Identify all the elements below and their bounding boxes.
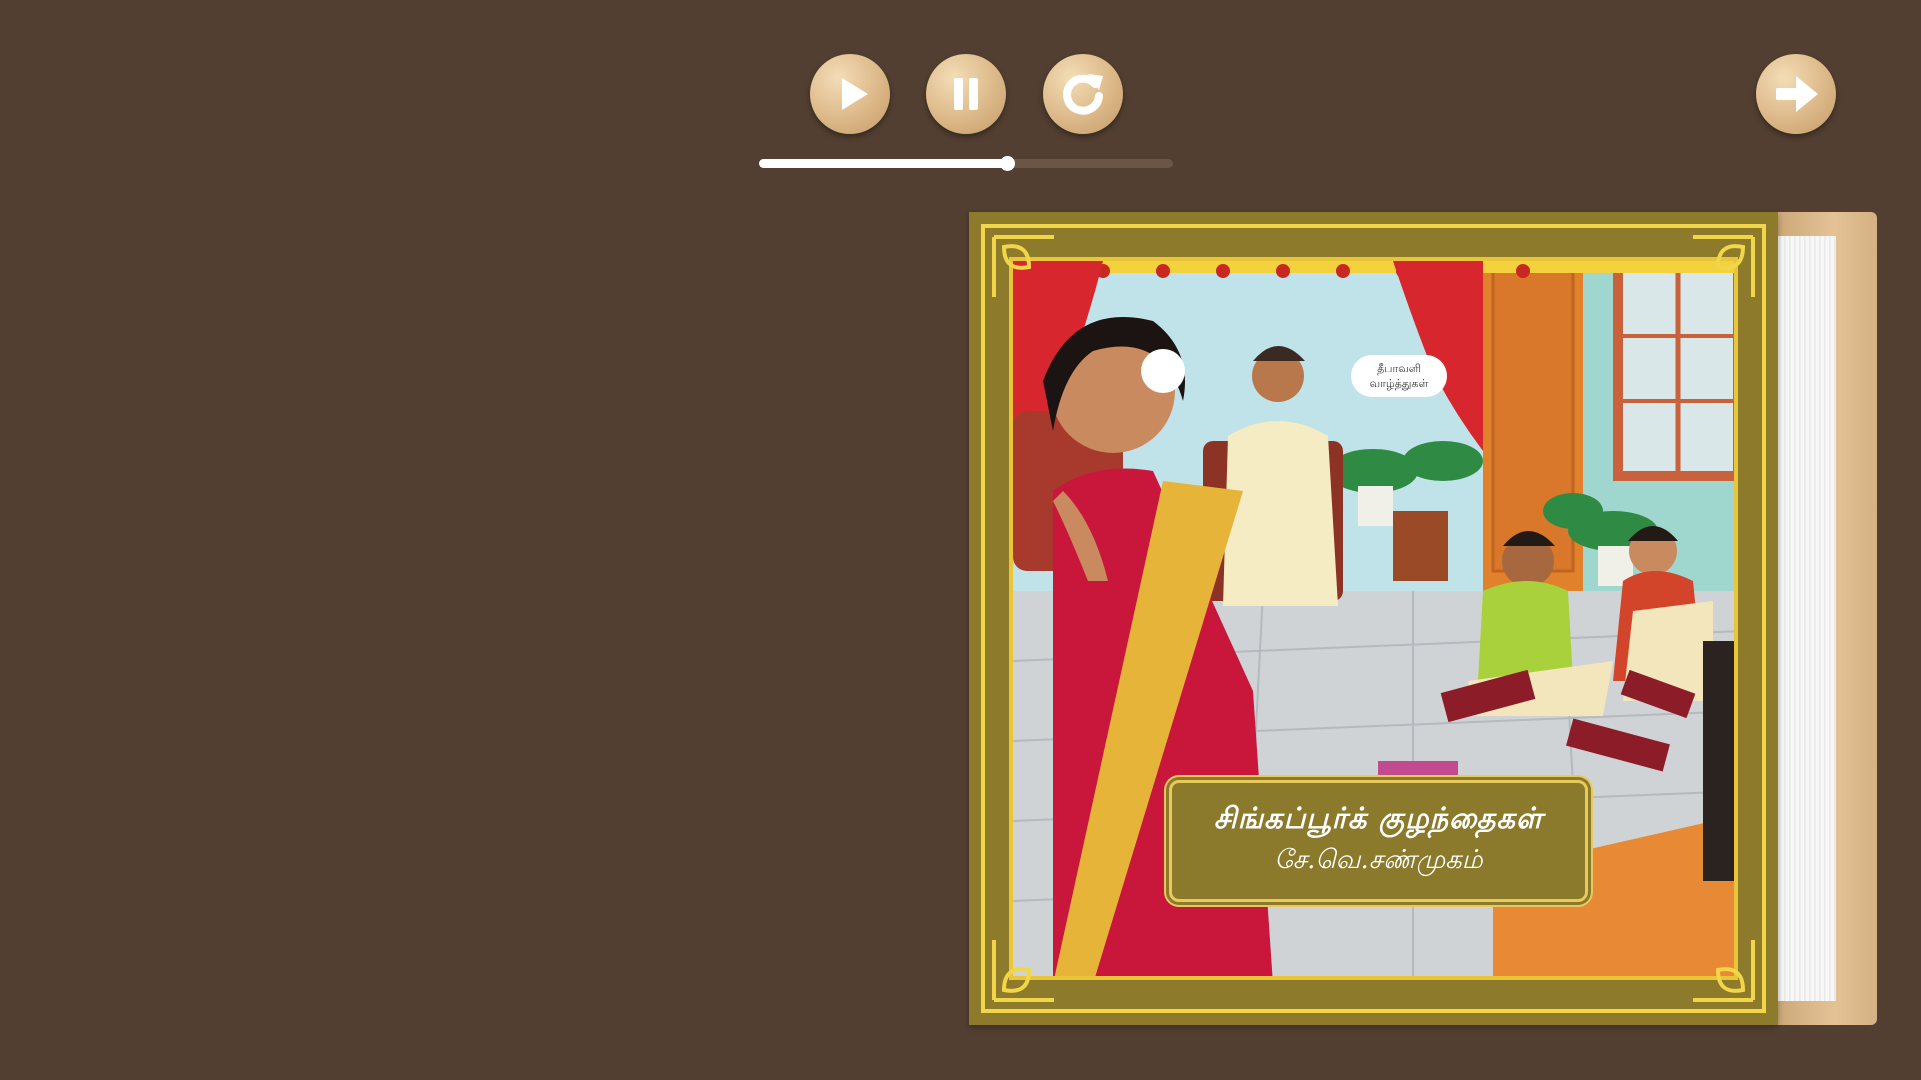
replay-icon bbox=[1063, 74, 1103, 115]
arrow-right-icon bbox=[1776, 76, 1818, 112]
pause-button[interactable] bbox=[926, 54, 1006, 134]
progress-fill bbox=[759, 159, 1008, 168]
speech-bubble: தீபாவளி வாழ்த்துகள் bbox=[1351, 355, 1447, 397]
progress-handle[interactable] bbox=[1000, 156, 1016, 171]
audio-progress-bar[interactable] bbox=[759, 156, 1173, 171]
corner-ornament-icon bbox=[1693, 235, 1755, 297]
speech-bubble-text: தீபாவளி வாழ்த்துகள் bbox=[1369, 362, 1429, 390]
book-cover[interactable]: தீபாவளி வாழ்த்துகள் சிங்கப்பூர்க் குழந்த… bbox=[969, 212, 1778, 1025]
corner-ornament-icon bbox=[1693, 940, 1755, 1002]
next-page-button[interactable] bbox=[1756, 54, 1836, 134]
book-author: சே.வெ.சண்முகம் bbox=[1274, 845, 1483, 875]
corner-ornament-icon bbox=[992, 235, 1054, 297]
replay-button[interactable] bbox=[1043, 54, 1123, 134]
pause-icon bbox=[954, 78, 978, 110]
title-plate: சிங்கப்பூர்க் குழந்தைகள் சே.வெ.சண்முகம் bbox=[1169, 780, 1588, 902]
book-pages-edge bbox=[1776, 236, 1836, 1001]
play-icon bbox=[842, 78, 868, 110]
book-title: சிங்கப்பூர்க் குழந்தைகள் bbox=[1213, 801, 1544, 835]
play-button[interactable] bbox=[810, 54, 890, 134]
corner-ornament-icon bbox=[992, 940, 1054, 1002]
